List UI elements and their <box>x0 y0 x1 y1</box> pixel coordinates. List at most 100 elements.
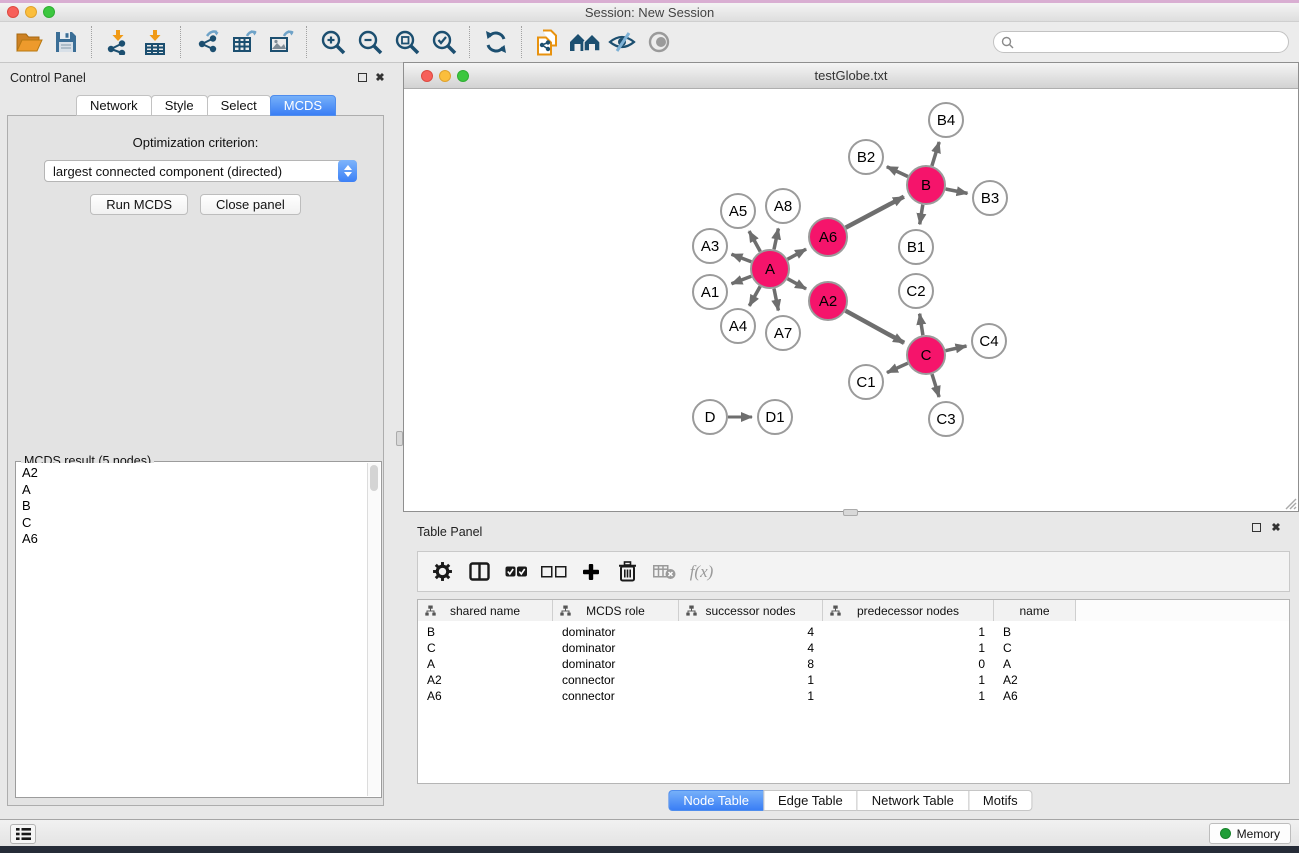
level-of-detail-button[interactable] <box>640 25 677 59</box>
table-cell[interactable]: C <box>418 641 553 655</box>
column-header-predecessor-nodes[interactable]: predecessor nodes <box>823 600 994 621</box>
tab-mcds[interactable]: MCDS <box>270 95 336 116</box>
first-neighbors-button[interactable] <box>566 25 603 59</box>
graph-edge-A-A6[interactable] <box>788 249 807 259</box>
tab-motifs[interactable]: Motifs <box>968 790 1033 811</box>
float-panel-icon[interactable] <box>356 72 368 84</box>
table-cell[interactable]: 1 <box>679 689 823 703</box>
open-session-button[interactable] <box>10 25 47 59</box>
zoom-selected-button[interactable] <box>425 25 462 59</box>
graph-edge-B-B3[interactable] <box>946 189 968 193</box>
horizontal-divider-grip[interactable] <box>843 509 858 516</box>
zoom-fit-button[interactable] <box>388 25 425 59</box>
select-all-columns-button[interactable] <box>498 553 535 590</box>
float-table-panel-icon[interactable] <box>1250 522 1262 534</box>
graph-edge-A2-C[interactable] <box>846 311 905 343</box>
import-table-button[interactable] <box>136 25 173 59</box>
graph-edge-B-B2[interactable] <box>887 167 908 177</box>
table-cell[interactable]: A6 <box>418 689 553 703</box>
vertical-divider-grip[interactable] <box>396 431 403 446</box>
export-table-button[interactable] <box>225 25 262 59</box>
graph-edge-A-A3[interactable] <box>732 254 752 262</box>
mcds-result-item[interactable]: C <box>22 515 367 532</box>
table-cell[interactable]: A <box>994 657 1076 671</box>
table-cell[interactable]: 1 <box>823 673 994 687</box>
graph-edge-A-A4[interactable] <box>749 286 760 306</box>
scrollbar-thumb[interactable] <box>370 465 378 491</box>
tab-network[interactable]: Network <box>76 95 152 116</box>
table-settings-button[interactable] <box>424 553 461 590</box>
graph-edge-C-C2[interactable] <box>920 314 923 336</box>
table-cell[interactable]: 4 <box>679 641 823 655</box>
table-row[interactable]: Cdominator41C <box>418 640 1289 656</box>
graph-edge-A-A7[interactable] <box>774 289 778 311</box>
graph-edge-C-C3[interactable] <box>932 374 939 397</box>
mcds-result-item[interactable]: A6 <box>22 531 367 548</box>
tab-select[interactable]: Select <box>207 95 271 116</box>
graph-edge-B-B4[interactable] <box>932 142 939 166</box>
table-row[interactable]: Adominator80A <box>418 656 1289 672</box>
new-network-from-selection-button[interactable] <box>529 25 566 59</box>
task-history-button[interactable] <box>10 824 36 844</box>
graph-edge-B-B1[interactable] <box>920 205 923 225</box>
graph-edge-A-A1[interactable] <box>732 276 752 284</box>
close-panel-button[interactable]: Close panel <box>200 194 301 215</box>
export-image-button[interactable] <box>262 25 299 59</box>
table-cell[interactable]: 1 <box>679 673 823 687</box>
mcds-result-item[interactable]: A <box>22 482 367 499</box>
table-cell[interactable]: A6 <box>994 689 1076 703</box>
export-network-button[interactable] <box>188 25 225 59</box>
table-cell[interactable]: 8 <box>679 657 823 671</box>
table-cell[interactable]: connector <box>553 689 679 703</box>
zoom-out-button[interactable] <box>351 25 388 59</box>
graph-edge-A-A8[interactable] <box>774 229 778 250</box>
graph-edge-A-A2[interactable] <box>788 279 807 289</box>
table-row[interactable]: Bdominator41B <box>418 624 1289 640</box>
apply-layout-button[interactable] <box>477 25 514 59</box>
column-header-shared-name[interactable]: shared name <box>418 600 553 621</box>
table-cell[interactable]: B <box>418 625 553 639</box>
run-mcds-button[interactable]: Run MCDS <box>90 194 188 215</box>
save-session-button[interactable] <box>47 25 84 59</box>
table-cell[interactable]: 1 <box>823 689 994 703</box>
mcds-result-item[interactable]: B <box>22 498 367 515</box>
tab-edge-table[interactable]: Edge Table <box>763 790 858 811</box>
table-cell[interactable]: A <box>418 657 553 671</box>
network-graph[interactable]: B4B2BB3A5A8A6A3AB1A1C2A2A4A7C4CC1C3DD1 <box>404 89 1298 511</box>
graph-edge-A6-B[interactable] <box>846 197 904 228</box>
table-cell[interactable]: 0 <box>823 657 994 671</box>
search-input[interactable] <box>1018 35 1281 49</box>
network-canvas[interactable]: B4B2BB3A5A8A6A3AB1A1C2A2A4A7C4CC1C3DD1 <box>404 89 1298 511</box>
show-column-button[interactable] <box>461 553 498 590</box>
table-cell[interactable]: A2 <box>418 673 553 687</box>
unselect-all-columns-button[interactable] <box>535 553 572 590</box>
close-panel-icon[interactable]: ✖ <box>374 72 386 84</box>
mcds-result-item[interactable]: A2 <box>22 465 367 482</box>
table-cell[interactable]: 1 <box>823 641 994 655</box>
table-cell[interactable]: C <box>994 641 1076 655</box>
table-cell[interactable]: dominator <box>553 625 679 639</box>
column-header-MCDS-role[interactable]: MCDS role <box>553 600 679 621</box>
graph-edge-C-C1[interactable] <box>887 363 908 372</box>
network-window-titlebar[interactable]: testGlobe.txt <box>404 63 1298 89</box>
table-cell[interactable]: connector <box>553 673 679 687</box>
table-cell[interactable]: 1 <box>823 625 994 639</box>
close-table-panel-icon[interactable]: ✖ <box>1270 522 1282 534</box>
add-column-button[interactable] <box>572 553 609 590</box>
table-cell[interactable]: dominator <box>553 641 679 655</box>
table-cell[interactable]: A2 <box>994 673 1076 687</box>
table-row[interactable]: A6connector11A6 <box>418 688 1289 704</box>
table-cell[interactable]: 4 <box>679 625 823 639</box>
import-network-button[interactable] <box>99 25 136 59</box>
table-row[interactable]: A2connector11A2 <box>418 672 1289 688</box>
delete-column-button[interactable] <box>609 553 646 590</box>
tab-style[interactable]: Style <box>151 95 208 116</box>
optimization-criterion-dropdown[interactable]: largest connected component (directed) <box>44 160 357 182</box>
graph-edge-C-C4[interactable] <box>946 346 967 351</box>
table-cell[interactable]: B <box>994 625 1076 639</box>
graph-edge-A-A5[interactable] <box>749 231 760 251</box>
scrollbar-track[interactable] <box>367 463 380 796</box>
table-cell[interactable]: dominator <box>553 657 679 671</box>
zoom-in-button[interactable] <box>314 25 351 59</box>
window-resize-grip[interactable] <box>1283 496 1297 510</box>
